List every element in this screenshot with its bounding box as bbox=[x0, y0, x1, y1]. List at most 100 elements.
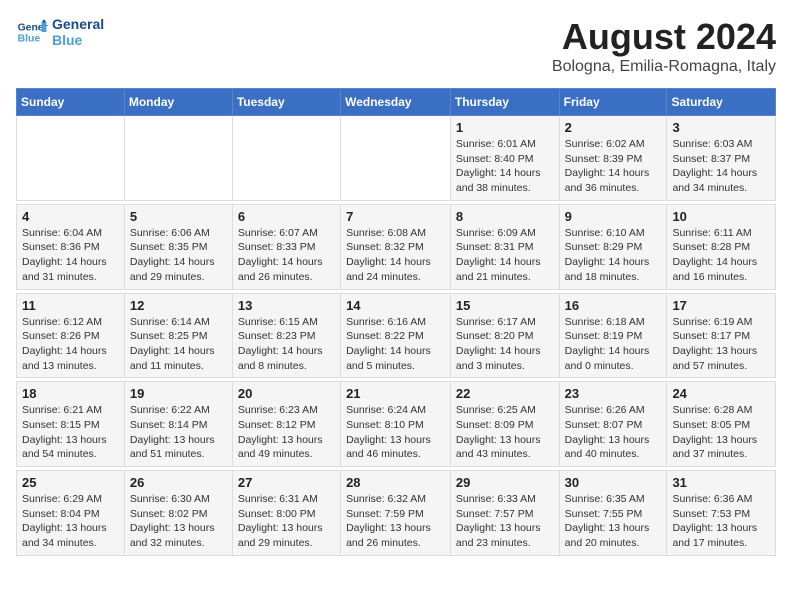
calendar-week-row: 1 Sunrise: 6:01 AMSunset: 8:40 PMDaylight… bbox=[17, 116, 776, 201]
calendar-cell: 27Sunrise: 6:31 AMSunset: 8:00 PMDayligh… bbox=[232, 471, 340, 556]
day-info: Sunrise: 6:11 AMSunset: 8:28 PMDaylight:… bbox=[672, 226, 770, 285]
day-info: Sunrise: 6:01 AMSunset: 8:40 PMDaylight:… bbox=[456, 137, 554, 196]
calendar-cell: 28Sunrise: 6:32 AMSunset: 7:59 PMDayligh… bbox=[341, 471, 451, 556]
svg-text:Blue: Blue bbox=[18, 34, 41, 45]
calendar-cell: 19 Sunrise: 6:22 AMSunset: 8:14 PMDayligh… bbox=[124, 382, 232, 467]
day-info: Sunrise: 6:36 AMSunset: 7:53 PMDaylight:… bbox=[672, 492, 770, 551]
calendar-week-row: 11 Sunrise: 6:12 AMSunset: 8:26 PMDayligh… bbox=[17, 293, 776, 378]
day-number: 21 bbox=[346, 386, 445, 401]
calendar-cell: 22Sunrise: 6:25 AMSunset: 8:09 PMDayligh… bbox=[450, 382, 559, 467]
day-number: 25 bbox=[22, 475, 119, 490]
calendar-cell: 1 Sunrise: 6:01 AMSunset: 8:40 PMDaylight… bbox=[450, 116, 559, 201]
day-info: Sunrise: 6:09 AMSunset: 8:31 PMDaylight:… bbox=[456, 226, 554, 285]
calendar-cell: 24Sunrise: 6:28 AMSunset: 8:05 PMDayligh… bbox=[667, 382, 776, 467]
day-info: Sunrise: 6:24 AMSunset: 8:10 PMDaylight:… bbox=[346, 403, 445, 462]
calendar-cell: 23Sunrise: 6:26 AMSunset: 8:07 PMDayligh… bbox=[559, 382, 667, 467]
day-info: Sunrise: 6:32 AMSunset: 7:59 PMDaylight:… bbox=[346, 492, 445, 551]
day-number: 17 bbox=[672, 298, 770, 313]
day-number: 10 bbox=[672, 209, 770, 224]
day-info: Sunrise: 6:03 AMSunset: 8:37 PMDaylight:… bbox=[672, 137, 770, 196]
logo: General Blue General Blue bbox=[16, 16, 104, 48]
day-info: Sunrise: 6:35 AMSunset: 7:55 PMDaylight:… bbox=[565, 492, 662, 551]
header-thursday: Thursday bbox=[450, 89, 559, 116]
calendar-cell: 3Sunrise: 6:03 AMSunset: 8:37 PMDaylight… bbox=[667, 116, 776, 201]
day-number: 22 bbox=[456, 386, 554, 401]
calendar-cell: 29Sunrise: 6:33 AMSunset: 7:57 PMDayligh… bbox=[450, 471, 559, 556]
calendar-cell: 8 Sunrise: 6:09 AMSunset: 8:31 PMDaylight… bbox=[450, 204, 559, 289]
page-header: General Blue General Blue August 2024 Bo… bbox=[16, 16, 776, 76]
calendar-cell: 26 Sunrise: 6:30 AMSunset: 8:02 PMDayligh… bbox=[124, 471, 232, 556]
day-info: Sunrise: 6:21 AMSunset: 8:15 PMDaylight:… bbox=[22, 403, 119, 462]
calendar-cell bbox=[341, 116, 451, 201]
day-info: Sunrise: 6:29 AMSunset: 8:04 PMDaylight:… bbox=[22, 492, 119, 551]
day-number: 23 bbox=[565, 386, 662, 401]
day-number: 15 bbox=[456, 298, 554, 313]
day-number: 1 bbox=[456, 120, 554, 135]
day-number: 9 bbox=[565, 209, 662, 224]
day-info: Sunrise: 6:02 AMSunset: 8:39 PMDaylight:… bbox=[565, 137, 662, 196]
day-info: Sunrise: 6:22 AMSunset: 8:14 PMDaylight:… bbox=[130, 403, 227, 462]
day-info: Sunrise: 6:14 AMSunset: 8:25 PMDaylight:… bbox=[130, 315, 227, 374]
calendar-cell: 20Sunrise: 6:23 AMSunset: 8:12 PMDayligh… bbox=[232, 382, 340, 467]
logo-icon: General Blue bbox=[16, 16, 48, 48]
calendar-table: SundayMondayTuesdayWednesdayThursdayFrid… bbox=[16, 88, 776, 556]
day-info: Sunrise: 6:28 AMSunset: 8:05 PMDaylight:… bbox=[672, 403, 770, 462]
calendar-cell: 16Sunrise: 6:18 AMSunset: 8:19 PMDayligh… bbox=[559, 293, 667, 378]
logo-text-general: General bbox=[52, 16, 104, 32]
calendar-cell: 25 Sunrise: 6:29 AMSunset: 8:04 PMDayligh… bbox=[17, 471, 125, 556]
header-tuesday: Tuesday bbox=[232, 89, 340, 116]
calendar-week-row: 18 Sunrise: 6:21 AMSunset: 8:15 PMDayligh… bbox=[17, 382, 776, 467]
main-title: August 2024 bbox=[552, 16, 776, 58]
day-info: Sunrise: 6:12 AMSunset: 8:26 PMDaylight:… bbox=[22, 315, 119, 374]
day-info: Sunrise: 6:17 AMSunset: 8:20 PMDaylight:… bbox=[456, 315, 554, 374]
day-info: Sunrise: 6:16 AMSunset: 8:22 PMDaylight:… bbox=[346, 315, 445, 374]
day-number: 27 bbox=[238, 475, 335, 490]
calendar-cell: 14 Sunrise: 6:16 AMSunset: 8:22 PMDayligh… bbox=[341, 293, 451, 378]
day-info: Sunrise: 6:15 AMSunset: 8:23 PMDaylight:… bbox=[238, 315, 335, 374]
day-number: 2 bbox=[565, 120, 662, 135]
day-number: 29 bbox=[456, 475, 554, 490]
calendar-cell: 18 Sunrise: 6:21 AMSunset: 8:15 PMDayligh… bbox=[17, 382, 125, 467]
header-monday: Monday bbox=[124, 89, 232, 116]
logo-text-blue: Blue bbox=[52, 32, 104, 48]
day-info: Sunrise: 6:06 AMSunset: 8:35 PMDaylight:… bbox=[130, 226, 227, 285]
day-info: Sunrise: 6:04 AMSunset: 8:36 PMDaylight:… bbox=[22, 226, 119, 285]
calendar-header-row: SundayMondayTuesdayWednesdayThursdayFrid… bbox=[17, 89, 776, 116]
calendar-cell: 6Sunrise: 6:07 AMSunset: 8:33 PMDaylight… bbox=[232, 204, 340, 289]
header-wednesday: Wednesday bbox=[341, 89, 451, 116]
header-saturday: Saturday bbox=[667, 89, 776, 116]
day-number: 31 bbox=[672, 475, 770, 490]
day-info: Sunrise: 6:30 AMSunset: 8:02 PMDaylight:… bbox=[130, 492, 227, 551]
day-number: 12 bbox=[130, 298, 227, 313]
day-number: 7 bbox=[346, 209, 445, 224]
calendar-cell: 2 Sunrise: 6:02 AMSunset: 8:39 PMDaylight… bbox=[559, 116, 667, 201]
calendar-cell: 5 Sunrise: 6:06 AMSunset: 8:35 PMDaylight… bbox=[124, 204, 232, 289]
title-area: August 2024 Bologna, Emilia-Romagna, Ita… bbox=[552, 16, 776, 76]
day-info: Sunrise: 6:08 AMSunset: 8:32 PMDaylight:… bbox=[346, 226, 445, 285]
day-number: 11 bbox=[22, 298, 119, 313]
day-number: 5 bbox=[130, 209, 227, 224]
calendar-cell: 10 Sunrise: 6:11 AMSunset: 8:28 PMDayligh… bbox=[667, 204, 776, 289]
day-number: 8 bbox=[456, 209, 554, 224]
calendar-cell: 9Sunrise: 6:10 AMSunset: 8:29 PMDaylight… bbox=[559, 204, 667, 289]
calendar-cell bbox=[17, 116, 125, 201]
header-friday: Friday bbox=[559, 89, 667, 116]
day-info: Sunrise: 6:19 AMSunset: 8:17 PMDaylight:… bbox=[672, 315, 770, 374]
day-number: 19 bbox=[130, 386, 227, 401]
day-number: 14 bbox=[346, 298, 445, 313]
calendar-cell: 31 Sunrise: 6:36 AMSunset: 7:53 PMDayligh… bbox=[667, 471, 776, 556]
day-number: 16 bbox=[565, 298, 662, 313]
day-number: 13 bbox=[238, 298, 335, 313]
calendar-cell: 30Sunrise: 6:35 AMSunset: 7:55 PMDayligh… bbox=[559, 471, 667, 556]
day-number: 26 bbox=[130, 475, 227, 490]
calendar-cell bbox=[232, 116, 340, 201]
calendar-cell: 15 Sunrise: 6:17 AMSunset: 8:20 PMDayligh… bbox=[450, 293, 559, 378]
calendar-cell: 4Sunrise: 6:04 AMSunset: 8:36 PMDaylight… bbox=[17, 204, 125, 289]
calendar-cell: 7 Sunrise: 6:08 AMSunset: 8:32 PMDaylight… bbox=[341, 204, 451, 289]
day-number: 6 bbox=[238, 209, 335, 224]
calendar-cell: 12 Sunrise: 6:14 AMSunset: 8:25 PMDayligh… bbox=[124, 293, 232, 378]
day-info: Sunrise: 6:23 AMSunset: 8:12 PMDaylight:… bbox=[238, 403, 335, 462]
day-number: 18 bbox=[22, 386, 119, 401]
calendar-cell: 11 Sunrise: 6:12 AMSunset: 8:26 PMDayligh… bbox=[17, 293, 125, 378]
calendar-week-row: 4Sunrise: 6:04 AMSunset: 8:36 PMDaylight… bbox=[17, 204, 776, 289]
